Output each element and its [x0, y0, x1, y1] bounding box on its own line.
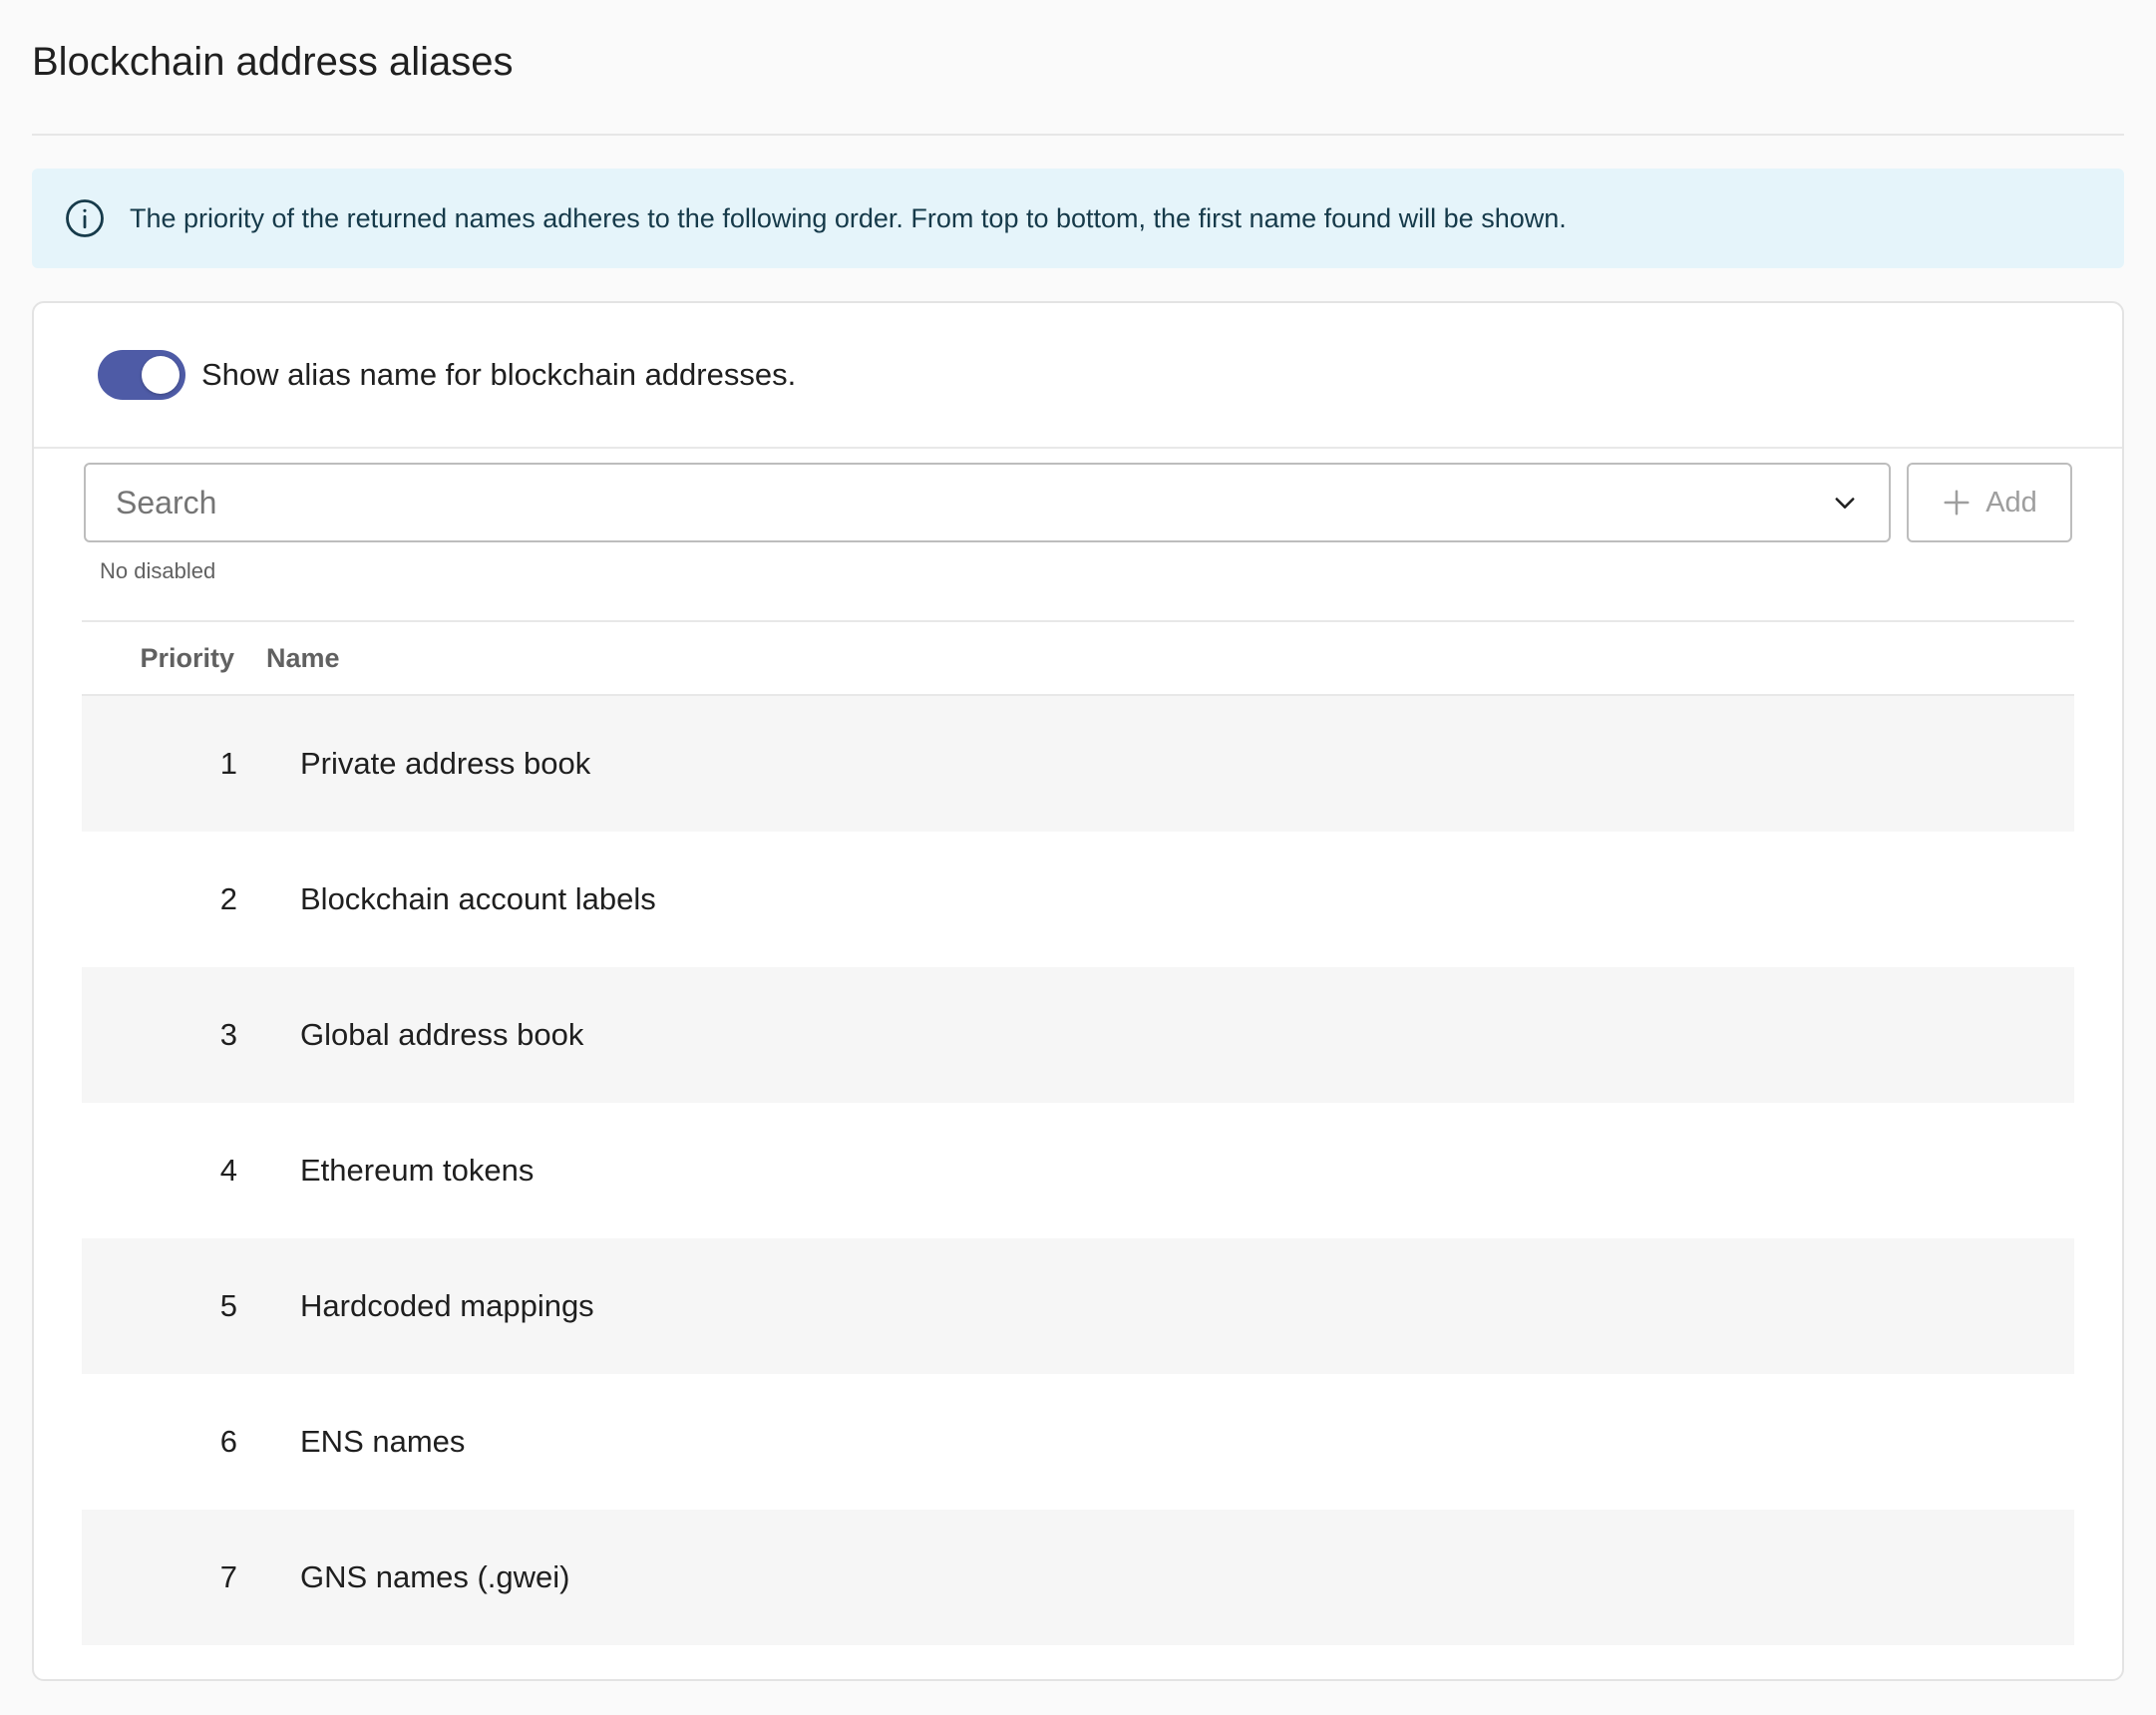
show-alias-switch[interactable]	[98, 350, 185, 400]
priority-table: Priority Name 1 Private address book 2 B…	[82, 620, 2074, 1645]
table-row[interactable]: 3 Global address book	[82, 967, 2074, 1103]
search-select[interactable]	[84, 463, 1891, 542]
row-priority: 6	[219, 1424, 237, 1459]
row-priority: 5	[219, 1288, 237, 1323]
add-button[interactable]: Add	[1907, 463, 2072, 542]
header-priority[interactable]: Priority	[82, 643, 266, 674]
show-alias-label[interactable]: Show alias name for blockchain addresses…	[201, 357, 796, 393]
row-priority: 4	[219, 1153, 237, 1188]
table-row[interactable]: 2 Blockchain account labels	[82, 832, 2074, 967]
row-priority: 2	[219, 881, 237, 916]
row-priority: 7	[219, 1559, 237, 1594]
row-name: Global address book	[300, 1017, 584, 1052]
toggle-row: Show alias name for blockchain addresses…	[34, 303, 2122, 449]
table-row[interactable]: 1 Private address book	[82, 696, 2074, 832]
info-alert: The priority of the returned names adher…	[32, 169, 2124, 268]
info-alert-text: The priority of the returned names adher…	[130, 202, 1567, 233]
table-row[interactable]: 7 GNS names (.gwei)	[82, 1510, 2074, 1645]
add-button-label: Add	[1985, 486, 2037, 518]
search-input[interactable]	[116, 484, 1685, 521]
row-name: GNS names (.gwei)	[300, 1559, 570, 1594]
table-row[interactable]: 6 ENS names	[82, 1374, 2074, 1510]
header-name[interactable]: Name	[266, 643, 340, 674]
aliases-card: Show alias name for blockchain addresses…	[32, 301, 2124, 1681]
table-row[interactable]: 4 Ethereum tokens	[82, 1103, 2074, 1238]
row-name: ENS names	[300, 1424, 466, 1459]
search-hint: No disabled	[100, 558, 216, 583]
row-name: Blockchain account labels	[300, 881, 656, 916]
chevron-down-icon[interactable]	[1831, 489, 1859, 516]
row-name: Ethereum tokens	[300, 1153, 535, 1188]
search-row: Add	[84, 463, 2072, 542]
page: Blockchain address aliases The priority …	[0, 0, 2156, 1715]
switch-knob	[142, 356, 180, 394]
table-header: Priority Name	[82, 622, 2074, 696]
plus-icon	[1944, 490, 1970, 515]
table-row[interactable]: 5 Hardcoded mappings	[82, 1238, 2074, 1374]
row-name: Private address book	[300, 746, 591, 781]
row-name: Hardcoded mappings	[300, 1288, 594, 1323]
info-icon	[66, 199, 104, 237]
row-priority: 3	[219, 1017, 237, 1052]
controls: Add No disabled	[34, 449, 2122, 620]
row-priority: 1	[219, 746, 237, 781]
page-title: Blockchain address aliases	[32, 0, 2124, 136]
